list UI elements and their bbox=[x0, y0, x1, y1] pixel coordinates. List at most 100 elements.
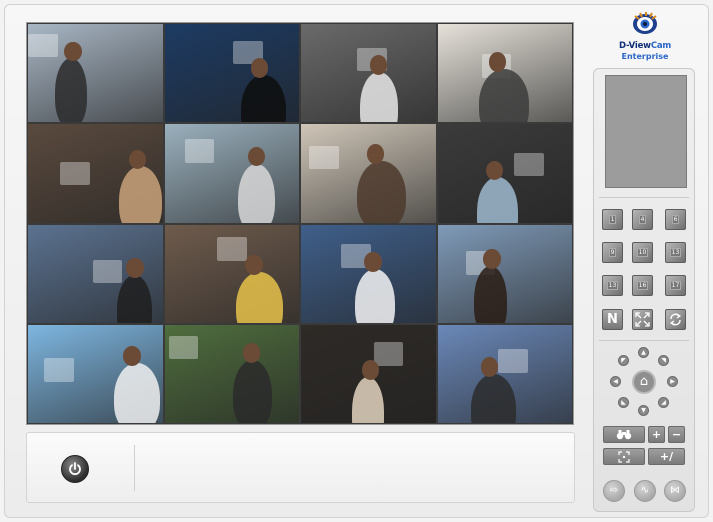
app-logo: D-ViewCam Enterprise bbox=[605, 8, 685, 68]
layout-n-button[interactable]: N bbox=[602, 309, 623, 330]
layout-label: 13 bbox=[606, 281, 619, 290]
camera-figure bbox=[114, 363, 160, 423]
camera-scene-object bbox=[92, 259, 123, 284]
camera-figure-head bbox=[480, 357, 499, 377]
layout-label: 6 bbox=[671, 215, 680, 224]
eye-logo-icon bbox=[633, 12, 657, 34]
layout-label: 1 bbox=[608, 215, 617, 224]
ptz-left-icon[interactable]: ◀ bbox=[610, 376, 621, 387]
camera-scene-object bbox=[60, 161, 90, 186]
camera-figure bbox=[357, 160, 406, 223]
camera-scene-object bbox=[373, 342, 404, 366]
camera-figure-head bbox=[126, 257, 144, 278]
camera-view[interactable] bbox=[437, 24, 572, 123]
layout-label: 17 bbox=[669, 281, 682, 290]
layout-16-button[interactable]: 16 bbox=[632, 275, 653, 296]
camera-view[interactable] bbox=[437, 124, 572, 223]
camera-figure-head bbox=[488, 52, 507, 73]
camera-scene-object bbox=[28, 33, 58, 58]
focus-button[interactable] bbox=[603, 448, 645, 465]
camera-view[interactable] bbox=[164, 24, 299, 123]
camera-view[interactable] bbox=[437, 224, 572, 323]
camera-figure bbox=[241, 75, 286, 123]
camera-figure bbox=[235, 271, 283, 323]
logo-subtitle: Enterprise bbox=[621, 52, 669, 61]
layout-label: 10 bbox=[636, 248, 649, 257]
focus-icon bbox=[618, 451, 630, 463]
logo-title: D-ViewCam bbox=[618, 41, 672, 51]
toolbar-divider bbox=[134, 445, 135, 491]
fullscreen-button[interactable] bbox=[632, 309, 653, 330]
ptz-up-left-icon[interactable]: ◤ bbox=[618, 355, 629, 366]
camera-view[interactable] bbox=[28, 124, 163, 223]
camera-figure bbox=[116, 274, 152, 323]
layout-6-button[interactable]: 6 bbox=[665, 209, 686, 230]
camera-figure bbox=[471, 373, 516, 423]
camera-figure-head bbox=[245, 254, 263, 275]
camera-view[interactable] bbox=[301, 24, 436, 123]
layout-4-button[interactable]: 4 bbox=[632, 209, 653, 230]
camera-figure bbox=[119, 166, 163, 223]
camera-figure-head bbox=[250, 58, 269, 79]
camera-view[interactable] bbox=[28, 324, 163, 423]
camera-figure bbox=[479, 69, 529, 123]
layout-9-button[interactable]: 9 bbox=[602, 242, 623, 263]
camera-figure bbox=[233, 360, 273, 423]
ptz-right-icon[interactable]: ▶ bbox=[667, 376, 678, 387]
layout-label: 9 bbox=[608, 248, 617, 257]
share-button[interactable]: ⋈ bbox=[664, 480, 686, 502]
power-button[interactable] bbox=[61, 455, 89, 483]
camera-scene-object bbox=[44, 358, 74, 382]
bottom-toolbar bbox=[26, 432, 575, 503]
camera-view[interactable] bbox=[301, 324, 436, 423]
zoom-out-button[interactable]: − bbox=[668, 426, 685, 443]
camera-view[interactable] bbox=[301, 224, 436, 323]
layout-13-button[interactable]: 13 bbox=[665, 242, 686, 263]
cycle-icon bbox=[669, 313, 682, 326]
network-button[interactable]: ∿ bbox=[634, 480, 656, 502]
ptz-control: ▲ ◥ ▶ ◢ ▼ ◣ ◀ ◤ ⌂ bbox=[609, 347, 679, 417]
camera-view[interactable] bbox=[164, 124, 299, 223]
camera-scene-object bbox=[309, 145, 339, 170]
camera-figure-head bbox=[369, 55, 388, 76]
camera-grid bbox=[26, 22, 574, 425]
camera-view[interactable] bbox=[437, 324, 572, 423]
ptz-down-left-icon[interactable]: ◣ bbox=[618, 397, 629, 408]
layout-label: 4 bbox=[638, 215, 647, 224]
camera-view[interactable] bbox=[301, 124, 436, 223]
zoom-in-button[interactable]: + bbox=[648, 426, 665, 443]
ptz-up-right-icon[interactable]: ◥ bbox=[658, 355, 669, 366]
camera-scene-object bbox=[216, 237, 247, 261]
camera-figure-head bbox=[247, 146, 266, 167]
iris-button[interactable]: +∕ bbox=[648, 448, 685, 465]
camera-figure bbox=[354, 268, 396, 323]
camera-figure-head bbox=[242, 343, 260, 364]
camera-figure-head bbox=[364, 252, 382, 272]
preview-window bbox=[605, 75, 687, 188]
camera-view[interactable] bbox=[28, 24, 163, 123]
camera-scene-object bbox=[168, 335, 199, 360]
layout-1-button[interactable]: 1 bbox=[602, 209, 623, 230]
panel-divider bbox=[599, 197, 689, 198]
layout-13-button[interactable]: 13 bbox=[602, 275, 623, 296]
layout-10-button[interactable]: 10 bbox=[632, 242, 653, 263]
ptz-down-icon[interactable]: ▼ bbox=[638, 405, 649, 416]
ptz-up-icon[interactable]: ▲ bbox=[638, 347, 649, 358]
search-button[interactable] bbox=[603, 426, 645, 443]
login-button[interactable]: ⇨ bbox=[603, 480, 625, 502]
camera-figure bbox=[352, 376, 385, 423]
camera-figure bbox=[238, 163, 275, 223]
camera-figure-head bbox=[64, 41, 82, 62]
camera-figure-head bbox=[366, 143, 385, 164]
camera-view[interactable] bbox=[164, 324, 299, 423]
ptz-down-right-icon[interactable]: ◢ bbox=[658, 397, 669, 408]
cycle-button[interactable] bbox=[665, 309, 686, 330]
ptz-home-button[interactable]: ⌂ bbox=[632, 370, 656, 394]
camera-figure bbox=[473, 265, 508, 323]
camera-scene-object bbox=[184, 138, 215, 163]
layout-17-button[interactable]: 17 bbox=[665, 275, 686, 296]
camera-figure bbox=[476, 177, 519, 223]
camera-view[interactable] bbox=[164, 224, 299, 323]
camera-view[interactable] bbox=[28, 224, 163, 323]
camera-figure bbox=[360, 72, 398, 123]
